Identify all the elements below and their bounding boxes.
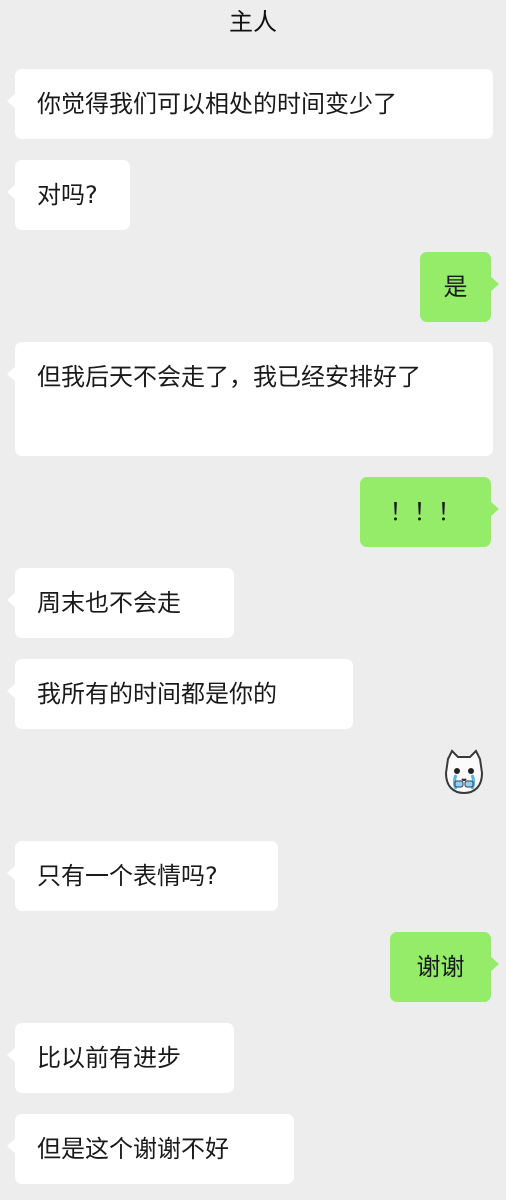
message-incoming[interactable]: 但我后天不会走了，我已经安排好了: [7, 342, 493, 456]
message-incoming[interactable]: 你觉得我们可以相处的时间变少了: [7, 69, 493, 139]
message-text: ！！！: [389, 498, 462, 526]
chat-title: 主人: [229, 8, 277, 36]
crying-cat-sticker-icon[interactable]: [440, 747, 488, 799]
message-outgoing[interactable]: 谢谢: [390, 932, 499, 1002]
message-incoming[interactable]: 比以前有进步: [7, 1023, 234, 1093]
message-incoming[interactable]: 只有一个表情吗?: [7, 841, 278, 911]
message-text: 周末也不会走: [37, 589, 181, 617]
message-text: 只有一个表情吗?: [37, 862, 218, 890]
message-incoming[interactable]: 我所有的时间都是你的: [7, 659, 353, 729]
message-outgoing[interactable]: ！！！: [360, 477, 499, 547]
message-text: 但是这个谢谢不好: [37, 1135, 229, 1163]
message-text: 比以前有进步: [37, 1044, 181, 1072]
message-text: 谢谢: [416, 953, 465, 981]
message-outgoing[interactable]: 是: [420, 252, 499, 322]
message-text: 我所有的时间都是你的: [37, 680, 277, 708]
message-text: 你觉得我们可以相处的时间变少了: [37, 90, 397, 118]
message-text: 是: [443, 273, 468, 301]
message-text: 对吗?: [37, 181, 98, 209]
message-incoming[interactable]: 对吗?: [7, 160, 130, 230]
message-incoming[interactable]: 周末也不会走: [7, 568, 234, 638]
message-text: 但我后天不会走了，我已经安排好了: [37, 363, 421, 391]
message-incoming[interactable]: 但是这个谢谢不好: [7, 1114, 294, 1184]
crying-cat-icon: [444, 749, 484, 795]
